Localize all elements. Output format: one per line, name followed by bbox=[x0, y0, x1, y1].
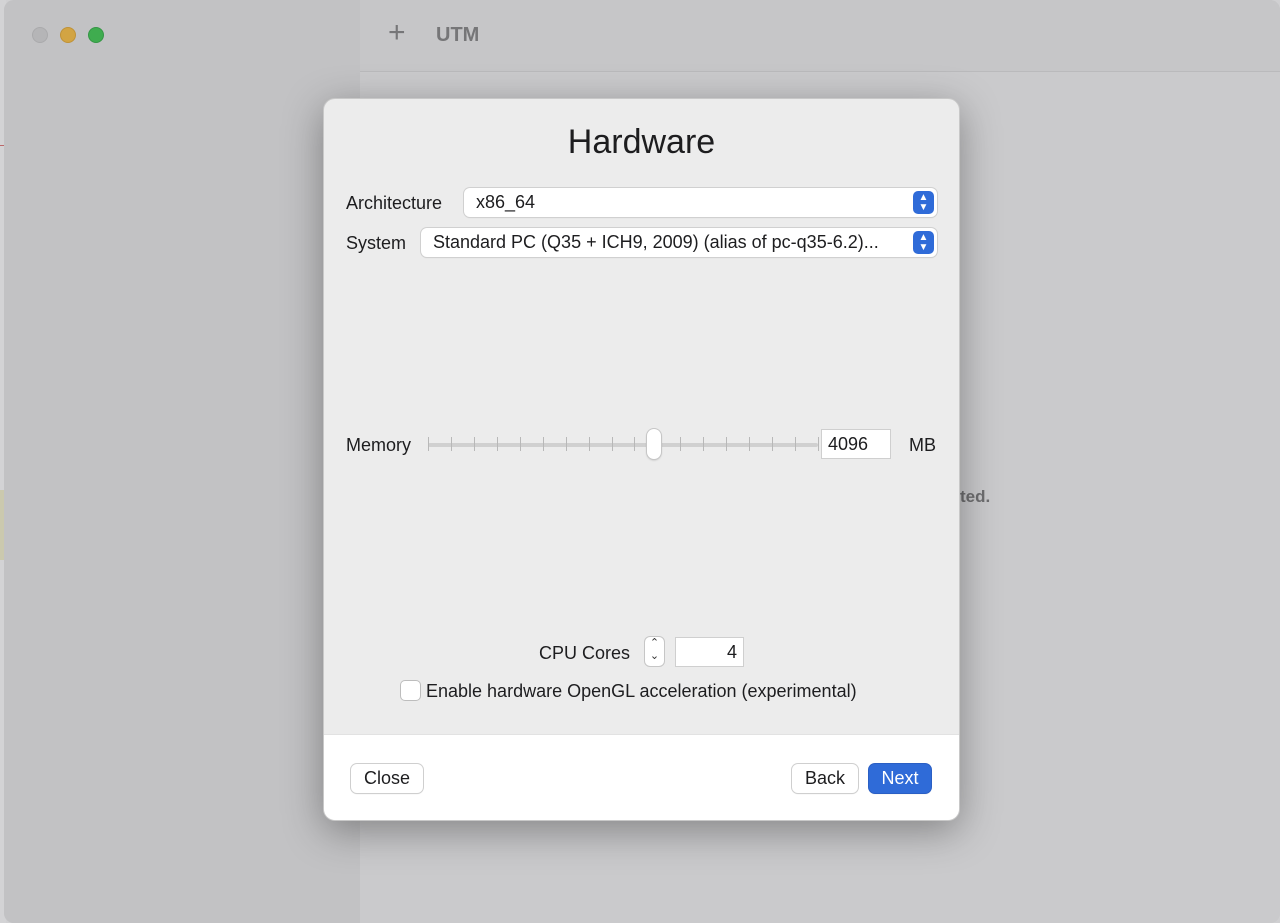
system-label: System bbox=[346, 233, 407, 253]
opengl-label: Enable hardware OpenGL acceleration (exp… bbox=[426, 681, 857, 701]
chevron-up-down-icon: ▲ ▼ bbox=[913, 231, 934, 254]
slider-tick bbox=[473, 437, 475, 451]
sheet-footer: Close Back Next bbox=[324, 734, 959, 820]
close-button[interactable]: Close bbox=[351, 764, 423, 793]
slider-tick bbox=[611, 437, 613, 451]
slider-tick bbox=[749, 437, 751, 451]
architecture-value: x86_64 bbox=[476, 192, 536, 212]
opengl-checkbox[interactable] bbox=[401, 681, 420, 700]
slider-tick bbox=[703, 437, 705, 451]
slider-tick bbox=[795, 437, 797, 451]
memory-unit: MB bbox=[909, 435, 936, 455]
architecture-popup[interactable]: x86_64 ▲ ▼ bbox=[464, 188, 937, 217]
cpu-cores-label: CPU Cores bbox=[539, 643, 631, 663]
chevron-up-down-icon: ▲ ▼ bbox=[913, 191, 934, 214]
chevron-up-icon[interactable]: ⌃ bbox=[645, 637, 664, 650]
slider-tick bbox=[519, 437, 521, 451]
next-button[interactable]: Next bbox=[869, 764, 931, 793]
slider-tick bbox=[818, 437, 819, 451]
architecture-label: Architecture bbox=[346, 193, 443, 213]
back-button[interactable]: Back bbox=[792, 764, 858, 793]
hardware-sheet: Hardware Architecture x86_64 ▲ ▼ System S… bbox=[323, 98, 960, 821]
memory-label: Memory bbox=[346, 435, 412, 455]
memory-slider-knob[interactable] bbox=[647, 429, 662, 459]
memory-input[interactable]: 4096 bbox=[822, 430, 890, 458]
slider-tick bbox=[565, 437, 567, 451]
system-popup[interactable]: Standard PC (Q35 + ICH9, 2009) (alias of… bbox=[421, 228, 937, 257]
slider-tick bbox=[772, 437, 774, 451]
slider-tick bbox=[450, 437, 452, 451]
slider-tick bbox=[726, 437, 728, 451]
slider-tick bbox=[588, 437, 590, 451]
slider-tick bbox=[428, 437, 429, 451]
memory-slider[interactable] bbox=[428, 443, 818, 447]
slider-tick bbox=[634, 437, 636, 451]
system-value: Standard PC (Q35 + ICH9, 2009) (alias of… bbox=[433, 232, 879, 252]
chevron-down-icon[interactable]: ⌄ bbox=[645, 650, 664, 663]
slider-tick bbox=[542, 437, 544, 451]
cpu-cores-input[interactable]: 4 bbox=[676, 638, 743, 666]
sheet-title: Hardware bbox=[567, 123, 716, 161]
slider-tick bbox=[496, 437, 498, 451]
slider-tick bbox=[680, 437, 682, 451]
cpu-cores-stepper[interactable]: ⌃ ⌄ bbox=[645, 637, 664, 666]
